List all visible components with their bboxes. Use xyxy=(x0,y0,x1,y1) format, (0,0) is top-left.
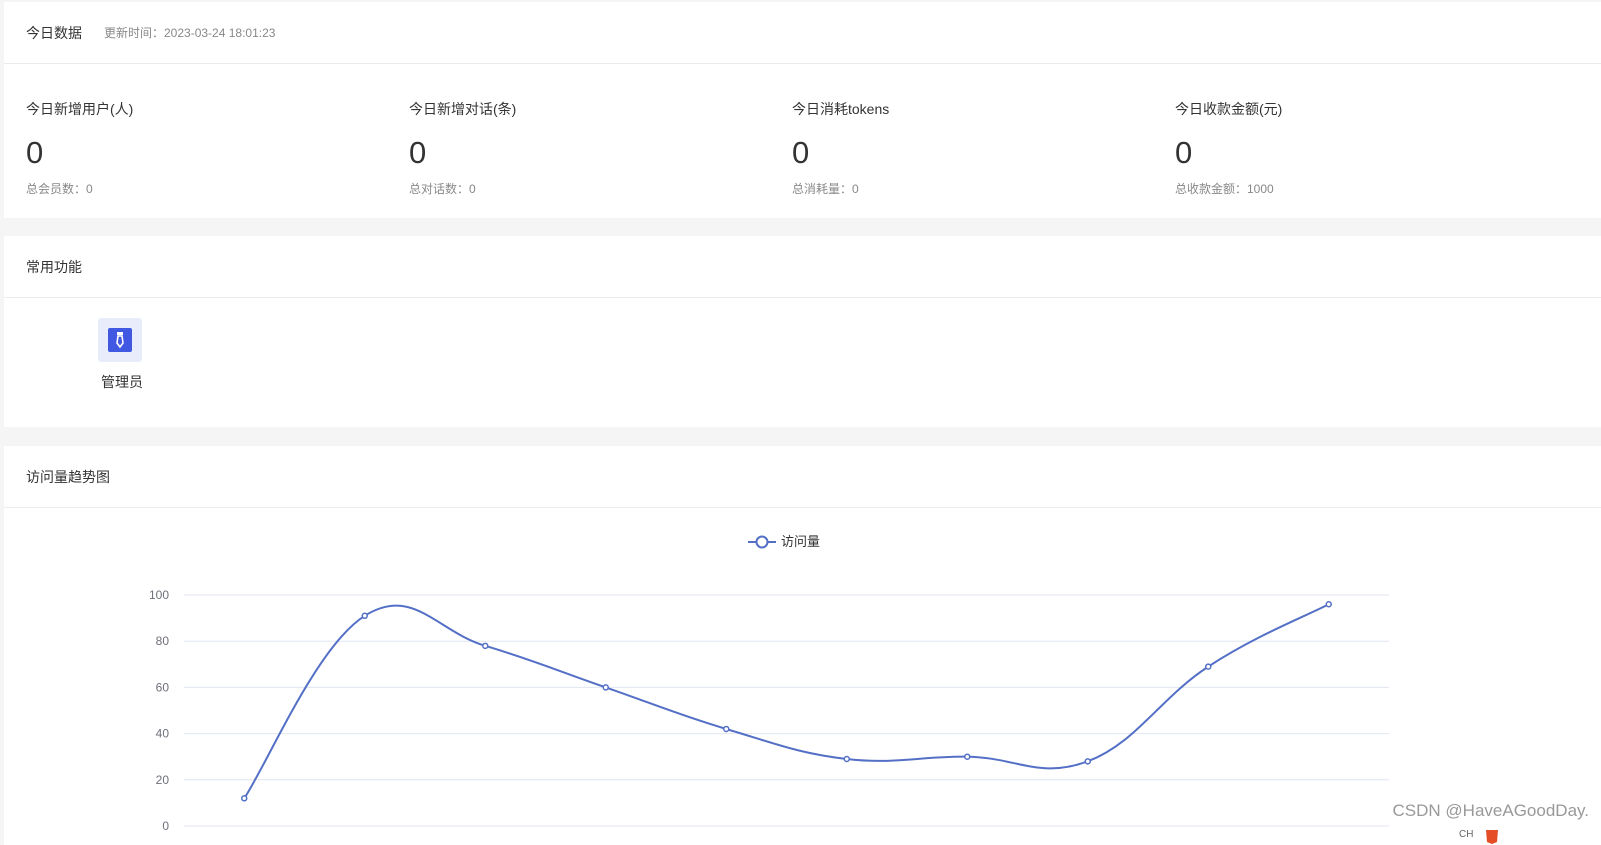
visit-trend-title: 访问量趋势图 xyxy=(26,468,110,485)
html5-icon xyxy=(1486,830,1498,844)
watermark: CSDN @HaveAGoodDay. xyxy=(1392,801,1589,820)
visit-trend-chart: 0 20 40 60 80 100 访问量 xyxy=(149,534,1389,833)
input-method-badge: CH xyxy=(1459,829,1519,845)
today-data-header: 今日数据 更新时间：2023-03-24 18:01:23 xyxy=(4,2,1601,64)
data-point xyxy=(964,753,971,760)
update-time: 更新时间：2023-03-24 18:01:23 xyxy=(104,26,276,40)
data-point xyxy=(1205,663,1212,670)
today-data-title: 今日数据 xyxy=(26,24,82,41)
stats-row: 今日新增用户(人) 0 总会员数：0 今日新增对话(条) 0 总对话数：0 今日… xyxy=(4,64,1601,217)
stat-label: 今日收款金额(元) xyxy=(1175,101,1283,117)
common-functions-card: 常用功能 管理员 xyxy=(4,236,1601,427)
stat-value: 0 xyxy=(792,135,810,170)
legend-marker xyxy=(755,535,769,549)
stat-subtext: 总会员数：0 xyxy=(26,182,93,196)
y-tick-label: 60 xyxy=(156,680,170,694)
legend-label: 访问量 xyxy=(781,534,820,549)
data-point xyxy=(602,684,609,691)
stat-label: 今日新增用户(人) xyxy=(26,101,134,117)
y-tick-label: 80 xyxy=(156,634,170,648)
data-point xyxy=(482,642,489,650)
data-point xyxy=(843,755,850,763)
admin-label: 管理员 xyxy=(101,374,143,390)
series-line xyxy=(243,603,1330,799)
data-point xyxy=(723,725,730,733)
admin-shortcut[interactable]: 管理员 xyxy=(98,318,143,390)
y-tick-label: 20 xyxy=(156,773,170,787)
stat-subtext: 总对话数：0 xyxy=(409,182,476,196)
visit-trend-header: 访问量趋势图 xyxy=(4,446,1601,508)
data-point xyxy=(361,612,368,620)
y-tick-label: 40 xyxy=(156,727,170,741)
data-point xyxy=(1325,600,1332,608)
data-point xyxy=(1084,758,1091,765)
stat-subtext: 总收款金额：1000 xyxy=(1175,182,1274,196)
data-point xyxy=(241,795,248,802)
y-tick-label: 0 xyxy=(162,819,169,833)
common-functions-header: 常用功能 xyxy=(4,236,1601,298)
tie-icon xyxy=(108,328,132,352)
today-data-card: 今日数据 更新时间：2023-03-24 18:01:23 今日新增用户(人) … xyxy=(4,2,1601,218)
badge-text: CH xyxy=(1459,829,1474,840)
common-functions-title: 常用功能 xyxy=(26,258,82,275)
stat-subtext: 总消耗量：0 xyxy=(792,182,859,196)
stat-value: 0 xyxy=(26,135,44,170)
stat-value: 0 xyxy=(409,135,427,170)
visit-trend-card: 访问量趋势图 0 20 40 60 80 100 访问量 xyxy=(4,446,1601,845)
admin-icon-bg xyxy=(98,318,142,362)
y-tick-label: 100 xyxy=(149,588,169,602)
stat-value: 0 xyxy=(1175,135,1193,170)
stat-label: 今日新增对话(条) xyxy=(409,101,517,117)
stat-label: 今日消耗tokens xyxy=(792,101,890,117)
